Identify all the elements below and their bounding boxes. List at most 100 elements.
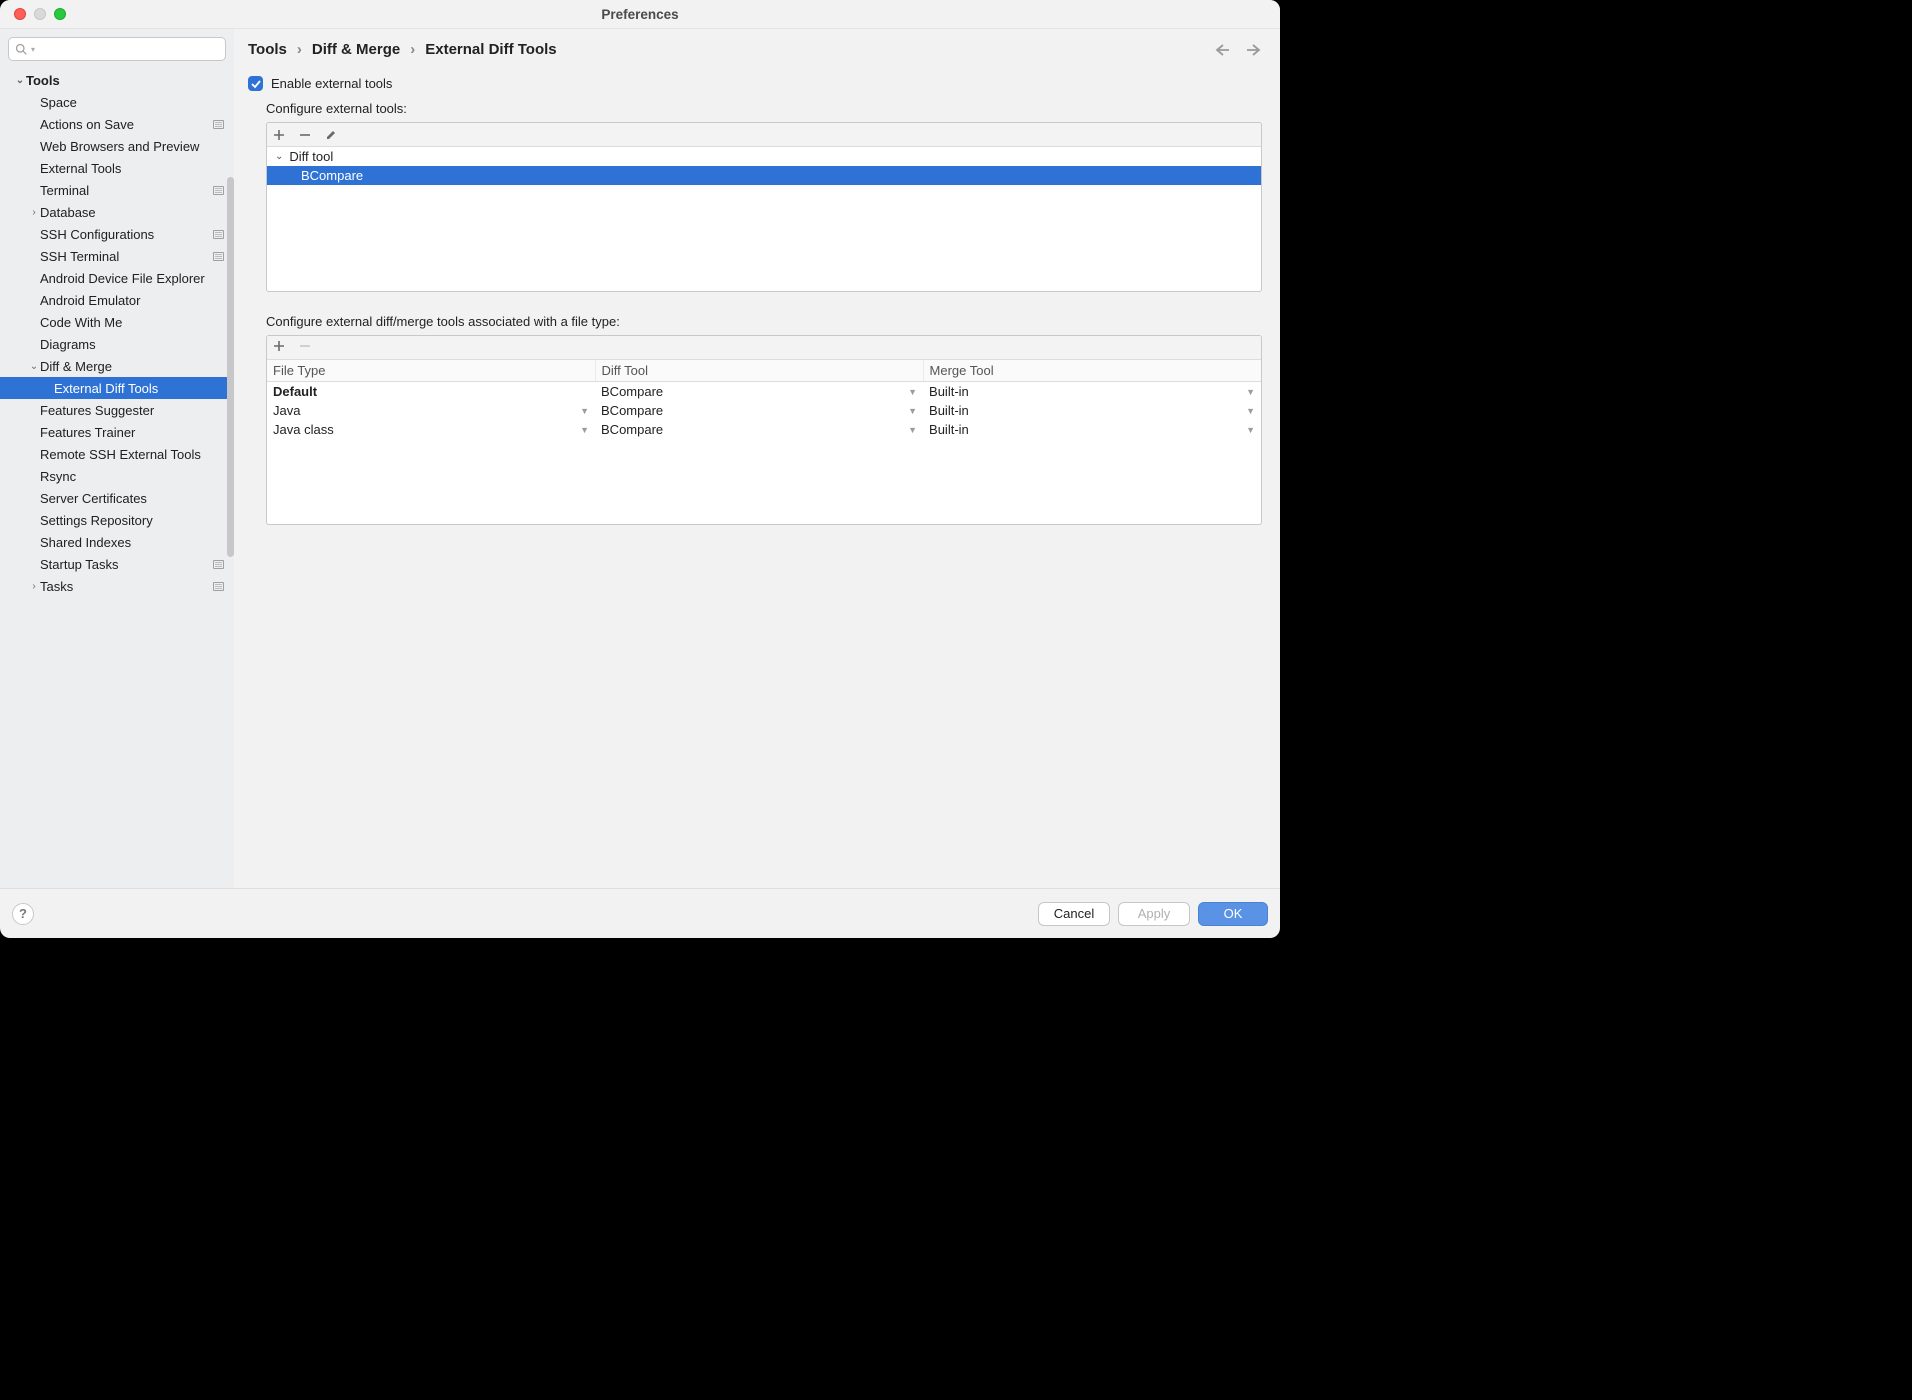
preferences-window: Preferences ▾ ⌄ Tools Space: [0, 0, 1280, 938]
tool-group-label: Diff tool: [289, 149, 333, 164]
apply-button: Apply: [1118, 902, 1190, 926]
file-type-table: File Type Diff Tool Merge Tool DefaultBC…: [266, 335, 1262, 525]
tree-node-ssh-config[interactable]: SSH Configurations: [0, 223, 234, 245]
tree-node-diff-merge[interactable]: ⌄Diff & Merge: [0, 355, 234, 377]
tree-node-web-browsers[interactable]: Web Browsers and Preview: [0, 135, 234, 157]
tree-node-code-with-me[interactable]: Code With Me: [0, 311, 234, 333]
search-input[interactable]: [39, 42, 219, 57]
dropdown-icon: ▼: [580, 425, 589, 435]
col-file-type[interactable]: File Type: [267, 360, 595, 382]
help-button[interactable]: ?: [12, 903, 34, 925]
cell-diff-tool[interactable]: BCompare▼: [595, 420, 923, 439]
cell-file-type[interactable]: Default: [267, 382, 595, 402]
fullscreen-window-button[interactable]: [54, 8, 66, 20]
add-icon[interactable]: [273, 340, 285, 355]
cell-file-type[interactable]: Java class▼: [267, 420, 595, 439]
cancel-button[interactable]: Cancel: [1038, 902, 1110, 926]
cell-diff-tool[interactable]: BCompare▼: [595, 401, 923, 420]
remove-icon: [299, 340, 311, 355]
ok-button[interactable]: OK: [1198, 902, 1268, 926]
tree-node-ssh-terminal[interactable]: SSH Terminal: [0, 245, 234, 267]
cell-file-type[interactable]: Java▼: [267, 401, 595, 420]
minimize-window-button[interactable]: [34, 8, 46, 20]
enable-external-tools-checkbox[interactable]: Enable external tools: [248, 76, 1262, 91]
col-diff-tool[interactable]: Diff Tool: [595, 360, 923, 382]
tools-treelist[interactable]: ⌄ Diff tool BCompare: [267, 147, 1261, 185]
content-area: ▾ ⌄ Tools Space Actions on Save Web Brow…: [0, 28, 1280, 888]
dropdown-icon: ▼: [908, 387, 917, 397]
tool-row-label: BCompare: [301, 168, 363, 183]
enable-external-tools-label: Enable external tools: [271, 76, 392, 91]
tree-node-startup-tasks[interactable]: Startup Tasks: [0, 553, 234, 575]
search-icon: [15, 43, 27, 55]
configure-tools-label: Configure external tools:: [266, 101, 1262, 116]
tree-node-android-file-explorer[interactable]: Android Device File Explorer: [0, 267, 234, 289]
tree-node-shared-indexes[interactable]: Shared Indexes: [0, 531, 234, 553]
table-row[interactable]: Java▼BCompare▼Built-in▼: [267, 401, 1261, 420]
project-scope-icon: [213, 560, 224, 569]
settings-tree[interactable]: ⌄ Tools Space Actions on Save Web Browse…: [0, 67, 234, 888]
tree-node-tools[interactable]: ⌄ Tools: [0, 69, 234, 91]
search-field[interactable]: ▾: [8, 37, 226, 61]
checkbox-checked-icon: [248, 76, 263, 91]
edit-icon[interactable]: [325, 129, 337, 141]
breadcrumb-part[interactable]: Tools: [248, 41, 287, 58]
tree-node-terminal[interactable]: Terminal: [0, 179, 234, 201]
chevron-down-icon: ⌄: [275, 151, 283, 162]
tree-node-settings-repository[interactable]: Settings Repository: [0, 509, 234, 531]
dropdown-icon: ▼: [1246, 406, 1255, 416]
chevron-right-icon: ›: [410, 41, 415, 58]
chevron-down-icon: ⌄: [14, 75, 26, 86]
tree-node-features-suggester[interactable]: Features Suggester: [0, 399, 234, 421]
search-dropdown-icon[interactable]: ▾: [31, 45, 35, 54]
main-panel: Tools › Diff & Merge › External Diff Too…: [234, 29, 1280, 888]
col-merge-tool[interactable]: Merge Tool: [923, 360, 1261, 382]
tree-node-remote-ssh-ext-tools[interactable]: Remote SSH External Tools: [0, 443, 234, 465]
window-title: Preferences: [0, 7, 1280, 22]
tree-node-database[interactable]: ›Database: [0, 201, 234, 223]
nav-forward-icon[interactable]: [1246, 43, 1262, 57]
project-scope-icon: [213, 120, 224, 129]
cell-merge-tool[interactable]: Built-in▼: [923, 401, 1261, 420]
chevron-down-icon: ⌄: [28, 361, 40, 372]
assoc-table[interactable]: File Type Diff Tool Merge Tool DefaultBC…: [267, 360, 1261, 439]
tree-node-android-emulator[interactable]: Android Emulator: [0, 289, 234, 311]
breadcrumb-part: External Diff Tools: [425, 41, 556, 58]
nav-arrows: [1214, 43, 1262, 57]
tree-node-actions-on-save[interactable]: Actions on Save: [0, 113, 234, 135]
chevron-right-icon: ›: [28, 207, 40, 218]
chevron-right-icon: ›: [297, 41, 302, 58]
dropdown-icon: ▼: [580, 406, 589, 416]
table-row[interactable]: DefaultBCompare▼Built-in▼: [267, 382, 1261, 402]
table-row[interactable]: Java class▼BCompare▼Built-in▼: [267, 420, 1261, 439]
tree-node-diagrams[interactable]: Diagrams: [0, 333, 234, 355]
tree-node-external-diff-tools[interactable]: External Diff Tools: [0, 377, 234, 399]
cell-merge-tool[interactable]: Built-in▼: [923, 420, 1261, 439]
titlebar: Preferences: [0, 0, 1280, 28]
remove-icon[interactable]: [299, 129, 311, 141]
tree-node-tasks[interactable]: ›Tasks: [0, 575, 234, 597]
project-scope-icon: [213, 582, 224, 591]
dropdown-icon: ▼: [908, 425, 917, 435]
dialog-footer: ? Cancel Apply OK: [0, 888, 1280, 938]
project-scope-icon: [213, 252, 224, 261]
project-scope-icon: [213, 230, 224, 239]
tool-row-bcompare[interactable]: BCompare: [267, 166, 1261, 185]
configure-assoc-label: Configure external diff/merge tools asso…: [266, 314, 1262, 329]
tool-group-row[interactable]: ⌄ Diff tool: [267, 147, 1261, 166]
table-toolbar: [267, 336, 1261, 360]
list-toolbar: [267, 123, 1261, 147]
add-icon[interactable]: [273, 129, 285, 141]
sidebar-scrollbar[interactable]: [227, 177, 234, 557]
close-window-button[interactable]: [14, 8, 26, 20]
tree-node-rsync[interactable]: Rsync: [0, 465, 234, 487]
tree-node-server-certificates[interactable]: Server Certificates: [0, 487, 234, 509]
nav-back-icon[interactable]: [1214, 43, 1230, 57]
dropdown-icon: ▼: [1246, 387, 1255, 397]
breadcrumb-part[interactable]: Diff & Merge: [312, 41, 400, 58]
tree-node-features-trainer[interactable]: Features Trainer: [0, 421, 234, 443]
tree-node-external-tools[interactable]: External Tools: [0, 157, 234, 179]
tree-node-space[interactable]: Space: [0, 91, 234, 113]
cell-diff-tool[interactable]: BCompare▼: [595, 382, 923, 402]
cell-merge-tool[interactable]: Built-in▼: [923, 382, 1261, 402]
